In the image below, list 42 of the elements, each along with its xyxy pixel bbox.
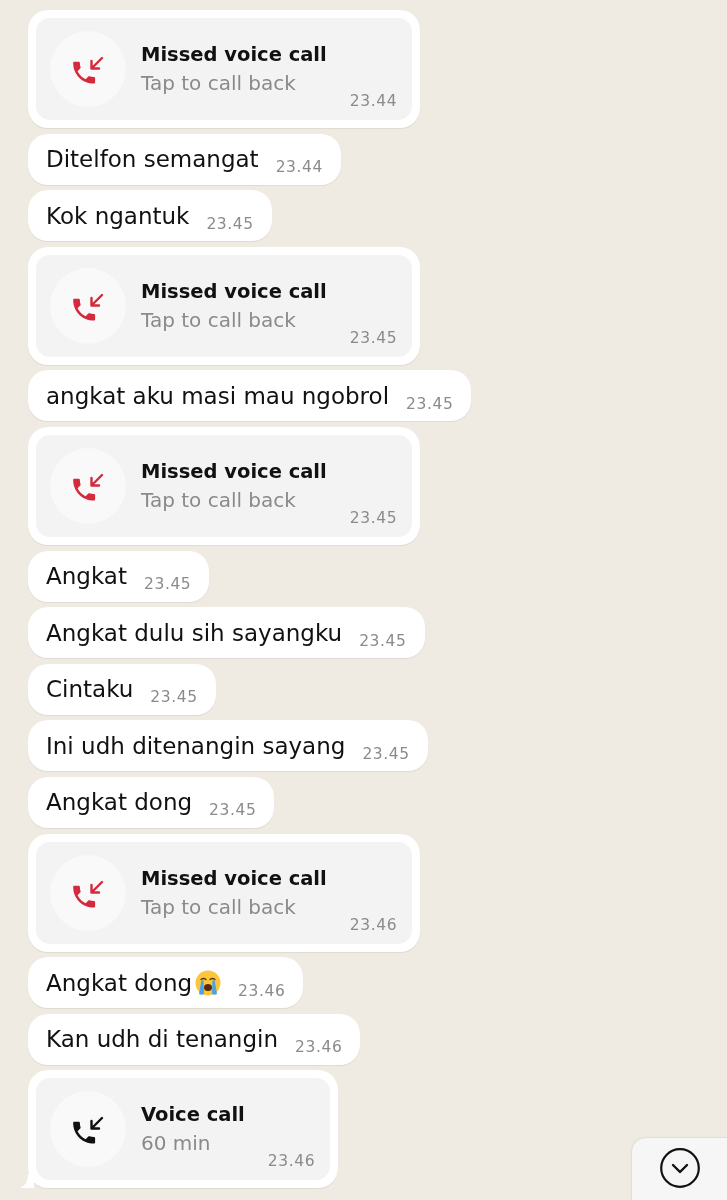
message-time: 23.45 <box>349 508 398 527</box>
call-card[interactable]: Missed voice call Tap to call back 23.45 <box>36 434 413 537</box>
scroll-down-button[interactable] <box>632 1138 727 1200</box>
call-subtitle: Tap to call back <box>141 487 297 512</box>
message-text: Cintaku <box>46 676 134 703</box>
message-text: Angkat dulu sih sayangku <box>46 619 343 646</box>
call-card[interactable]: Missed voice call Tap to call back 23.46 <box>36 841 413 944</box>
message-time: 23.45 <box>362 744 410 763</box>
call-subtitle: Tap to call back <box>141 894 297 919</box>
call-title: Missed voice call <box>141 866 327 891</box>
message-time: 23.45 <box>143 575 192 594</box>
call-title: Missed voice call <box>141 279 327 304</box>
call-card[interactable]: Voice call 60 min 23.46 <box>36 1078 331 1181</box>
message-time: 23.45 <box>406 394 454 413</box>
message-time: 23.45 <box>359 631 407 650</box>
message-text: Angkat dong <box>46 969 193 996</box>
call-subtitle: 60 min <box>141 1131 212 1156</box>
call-title: Voice call <box>141 1103 245 1128</box>
message-time: 23.45 <box>150 688 198 707</box>
message-text: angkat aku masi mau ngobrol <box>46 382 390 409</box>
call-card[interactable]: Missed voice call Tap to call back 23.45 <box>36 254 413 357</box>
message-time: 23.46 <box>349 915 398 934</box>
message-time: 23.45 <box>206 214 254 233</box>
call-title: Missed voice call <box>141 459 327 484</box>
message-time: 23.45 <box>209 801 257 820</box>
message-time: 23.46 <box>238 981 286 1000</box>
message-text: Angkat dong <box>46 789 193 816</box>
message-text: Angkat <box>46 563 127 590</box>
message-text: Kan udh di tenangin <box>46 1026 278 1053</box>
message-time: 23.44 <box>275 158 323 177</box>
message-time: 23.46 <box>267 1152 316 1171</box>
message-time: 23.46 <box>295 1038 343 1057</box>
call-subtitle: Tap to call back <box>141 307 297 332</box>
message-time: 23.44 <box>349 92 398 110</box>
chevron-down-icon <box>660 1148 700 1188</box>
message-time: 23.45 <box>349 328 398 347</box>
message-text: Ini udh ditenangin sayang <box>46 732 346 759</box>
call-subtitle: Tap to call back <box>141 71 297 95</box>
message-text: Ditelfon semangat <box>46 146 259 173</box>
message-text: Kok ngantuk <box>46 202 190 229</box>
call-title: Missed voice call <box>141 43 327 67</box>
call-card[interactable]: Missed voice call Tap to call back 23.44 <box>36 18 413 120</box>
